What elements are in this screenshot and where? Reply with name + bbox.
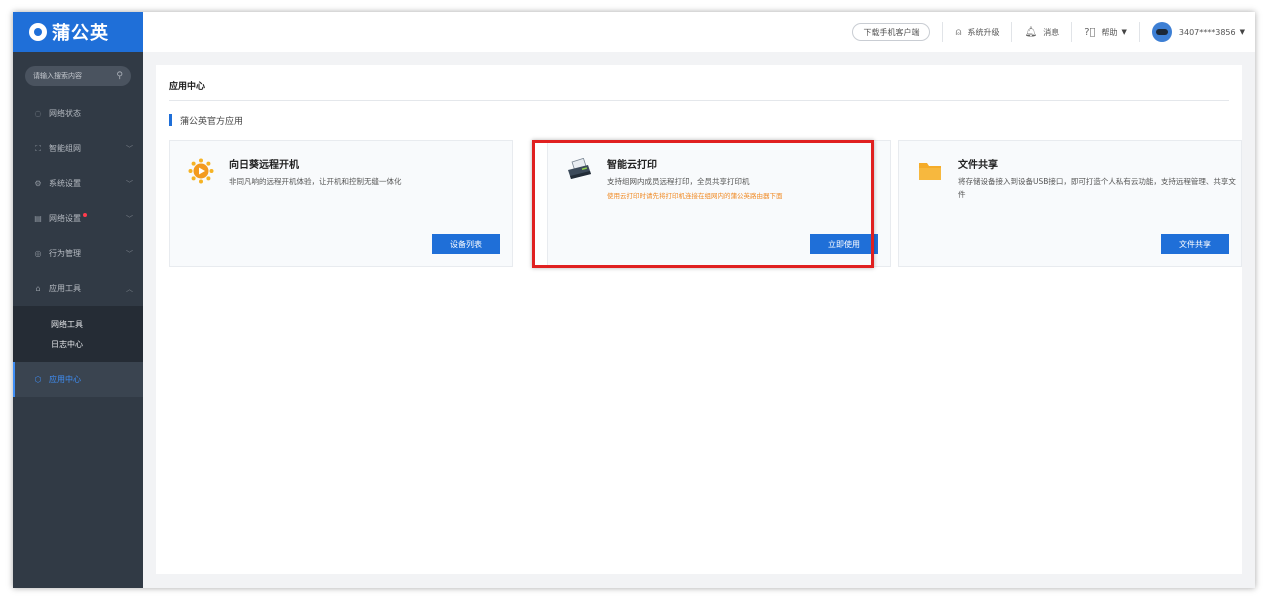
card-title: 文件共享 bbox=[958, 160, 998, 171]
network-status-icon: ◌ bbox=[34, 109, 42, 118]
chevron-down-icon: ﹀ bbox=[126, 179, 133, 188]
search-input[interactable] bbox=[33, 72, 113, 80]
card-description: 非同凡响的远程开机体验，让开机和控制无缝一体化 bbox=[229, 177, 402, 186]
card-note: 使用云打印时请先将打印机连接在组网内的蒲公英路由器下面 bbox=[607, 192, 783, 200]
card-title: 智能云打印 bbox=[607, 160, 657, 171]
sidebar-item-app-center[interactable]: ⬡ 应用中心 bbox=[13, 362, 143, 397]
page-title: 应用中心 bbox=[169, 82, 206, 92]
card-description: 将存储设备接入到设备USB接口，即可打造个人私有云功能，支持远程管理、共享文件 bbox=[958, 177, 1236, 199]
sidebar-item-label: 智能组网 bbox=[49, 144, 81, 153]
app-window: 蒲公英 ⚲ ◌ 网络状态 ⛶ 智能组网 ﹀ ⚙ 系统设置 ﹀ ▤ 网络设置 ﹀ … bbox=[13, 12, 1255, 588]
app-card-sunflower-wake: 向日葵远程开机 非同凡响的远程开机体验，让开机和控制无缝一体化 设备列表 bbox=[169, 140, 513, 267]
user-menu[interactable]: 3407****3856 ▼ bbox=[1151, 22, 1245, 42]
network-settings-icon: ▤ bbox=[34, 214, 42, 223]
divider bbox=[1071, 22, 1073, 42]
sidebar: 蒲公英 ⚲ ◌ 网络状态 ⛶ 智能组网 ﹀ ⚙ 系统设置 ﹀ ▤ 网络设置 ﹀ … bbox=[13, 12, 143, 588]
upgrade-icon: ⍝ bbox=[955, 26, 962, 38]
notification-dot bbox=[83, 212, 87, 217]
app-card-cloud-print: 智能云打印 支持组网内成员远程打印，全员共享打印机 使用云打印时请先将打印机连接… bbox=[547, 140, 891, 267]
brand-name: 蒲公英 bbox=[52, 23, 109, 44]
chevron-down-icon: ﹀ bbox=[126, 249, 133, 258]
sidebar-item-network-status[interactable]: ◌ 网络状态 bbox=[13, 96, 143, 131]
app-tools-submenu: 网络工具 日志中心 bbox=[13, 306, 143, 362]
file-share-button[interactable]: 文件共享 bbox=[1161, 234, 1229, 254]
sidebar-subitem-log-center[interactable]: 日志中心 bbox=[13, 334, 143, 354]
messages-button[interactable]: 🔔︎ 消息 bbox=[1024, 27, 1059, 38]
help-label: 帮助 bbox=[1101, 27, 1118, 37]
divider bbox=[942, 22, 944, 42]
chevron-up-icon: ︿ bbox=[126, 284, 133, 293]
system-upgrade-button[interactable]: ⍝ 系统升级 bbox=[955, 27, 999, 38]
sidebar-item-label: 网络设置 bbox=[49, 214, 81, 223]
divider bbox=[1138, 22, 1140, 42]
brand-logo[interactable]: 蒲公英 bbox=[13, 12, 143, 52]
section-marker bbox=[169, 114, 172, 126]
sidebar-item-app-tools[interactable]: ⌂ 应用工具 ︿ bbox=[13, 271, 143, 306]
device-list-button[interactable]: 设备列表 bbox=[432, 234, 500, 254]
search-icon[interactable]: ⚲ bbox=[116, 71, 123, 81]
sidebar-subitem-network-tools[interactable]: 网络工具 bbox=[13, 314, 143, 334]
sidebar-item-behavior[interactable]: ◎ 行为管理 ﹀ bbox=[13, 236, 143, 271]
sidebar-item-label: 网络状态 bbox=[49, 109, 81, 118]
section-title-label: 蒲公英官方应用 bbox=[180, 116, 244, 127]
download-app-button[interactable]: 下载手机客户端 bbox=[852, 23, 931, 41]
sunflower-icon bbox=[188, 158, 214, 184]
smart-network-icon: ⛶ bbox=[35, 143, 41, 153]
app-center-icon: ⬡ bbox=[34, 375, 42, 384]
sidebar-item-smart-network[interactable]: ⛶ 智能组网 ﹀ bbox=[13, 131, 143, 166]
sidebar-item-label: 应用工具 bbox=[49, 284, 81, 293]
use-now-button[interactable]: 立即使用 bbox=[810, 234, 878, 254]
sidebar-item-network-settings[interactable]: ▤ 网络设置 ﹀ bbox=[13, 201, 143, 236]
card-description: 支持组网内成员远程打印，全员共享打印机 bbox=[607, 177, 750, 186]
chevron-down-icon: ﹀ bbox=[126, 214, 133, 223]
caret-down-icon: ▼ bbox=[1239, 28, 1245, 36]
main-content: 应用中心 蒲公英官方应用 向日葵远程开机 非同凡响的远程开机体验，让开机和控制无… bbox=[156, 65, 1242, 574]
caret-down-icon: ▼ bbox=[1121, 28, 1127, 36]
sidebar-item-label: 应用中心 bbox=[49, 375, 81, 384]
sidebar-search: ⚲ bbox=[25, 66, 131, 86]
bell-icon: 🔔︎ bbox=[1024, 26, 1038, 38]
help-menu[interactable]: ?⃝ 帮助 ▼ bbox=[1084, 27, 1127, 38]
printer-icon bbox=[568, 158, 591, 179]
toolbox-icon: ⌂ bbox=[35, 284, 41, 293]
sidebar-item-label: 行为管理 bbox=[49, 249, 81, 258]
card-title: 向日葵远程开机 bbox=[229, 160, 299, 171]
divider bbox=[169, 100, 1229, 101]
section-title: 蒲公英官方应用 bbox=[169, 114, 244, 127]
help-icon: ?⃝ bbox=[1084, 26, 1096, 38]
dandelion-logo-icon bbox=[29, 23, 47, 41]
system-upgrade-label: 系统升级 bbox=[967, 27, 1000, 37]
avatar bbox=[1151, 22, 1172, 42]
sidebar-item-system-settings[interactable]: ⚙ 系统设置 ﹀ bbox=[13, 166, 143, 201]
sidebar-item-label: 系统设置 bbox=[49, 179, 81, 188]
behavior-icon: ◎ bbox=[34, 249, 42, 258]
user-account-label: 3407****3856 bbox=[1178, 27, 1236, 37]
divider bbox=[1011, 22, 1013, 42]
messages-label: 消息 bbox=[1043, 27, 1060, 37]
chevron-down-icon: ﹀ bbox=[126, 144, 133, 153]
gear-icon: ⚙ bbox=[34, 179, 42, 188]
topbar: 下载手机客户端 ⍝ 系统升级 🔔︎ 消息 ?⃝ 帮助 ▼ 3407****385… bbox=[143, 12, 1255, 52]
app-card-file-share: 文件共享 将存储设备接入到设备USB接口，即可打造个人私有云功能，支持远程管理、… bbox=[898, 140, 1242, 267]
folder-icon bbox=[919, 163, 941, 180]
